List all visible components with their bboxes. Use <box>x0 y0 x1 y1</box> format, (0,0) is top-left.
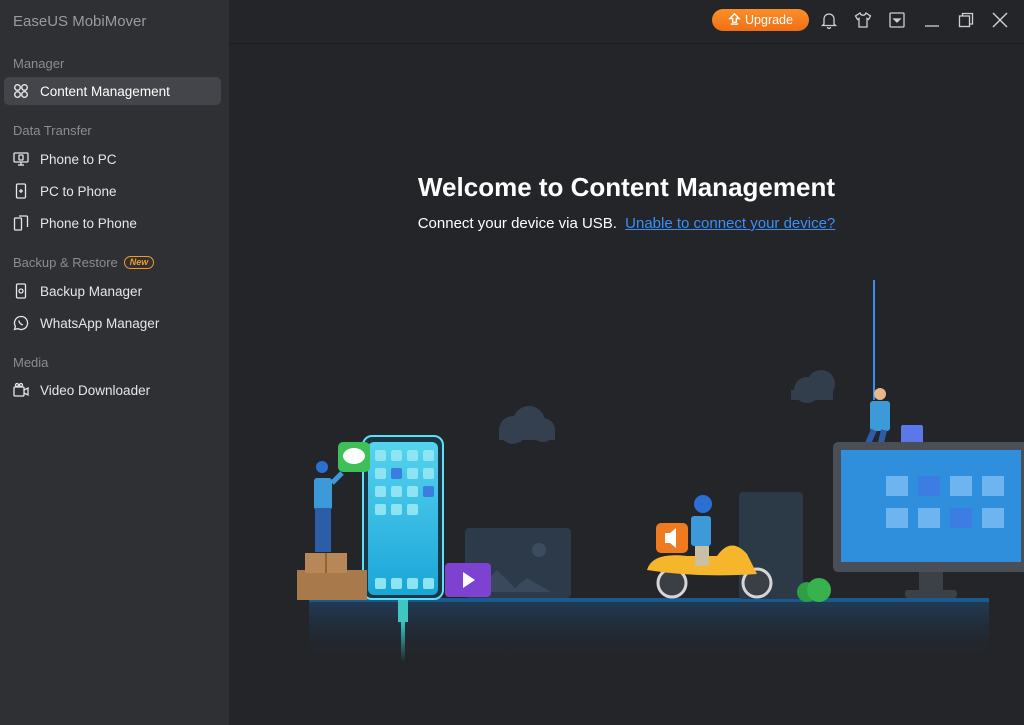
restore-icon[interactable] <box>956 10 976 30</box>
section-label-backup-restore: Backup & Restore New <box>13 255 155 270</box>
sidebar-item-label: Backup Manager <box>40 283 143 299</box>
sidebar-item-label: Phone to PC <box>40 151 117 167</box>
minimize-icon[interactable] <box>922 10 942 30</box>
sidebar-item-video-downloader[interactable]: Video Downloader <box>4 376 221 404</box>
connect-text: Connect your device via USB. <box>417 215 617 232</box>
sidebar: EaseUS MobiMover Manager Content Managem… <box>0 0 229 725</box>
section-label-text: Backup & Restore <box>13 255 118 270</box>
section-label-media: Media <box>13 355 49 370</box>
sidebar-item-label: PC to Phone <box>40 183 117 199</box>
upgrade-icon <box>728 12 741 28</box>
phone-to-phone-icon <box>12 214 30 232</box>
section-label-manager: Manager <box>13 56 65 71</box>
whatsapp-icon <box>12 314 30 332</box>
sidebar-item-backup-manager[interactable]: Backup Manager <box>4 277 221 305</box>
content-management-icon <box>12 82 30 100</box>
close-icon[interactable] <box>990 10 1010 30</box>
sidebar-item-label: Phone to Phone <box>40 215 137 231</box>
sidebar-item-content-management[interactable]: Content Management <box>4 77 221 105</box>
section-label-data-transfer: Data Transfer <box>13 123 92 138</box>
connect-instruction: Connect your device via USB. Unable to c… <box>229 215 1024 232</box>
video-downloader-icon <box>12 381 30 399</box>
app-title: EaseUS MobiMover <box>13 13 147 30</box>
page-title: Welcome to Content Management <box>417 172 835 202</box>
sidebar-item-whatsapp-manager[interactable]: WhatsApp Manager <box>4 309 221 337</box>
phone-to-pc-icon <box>12 150 30 168</box>
sidebar-item-pc-to-phone[interactable]: PC to Phone <box>4 177 221 205</box>
menu-icon[interactable] <box>887 10 907 30</box>
sidebar-item-label: WhatsApp Manager <box>40 315 160 331</box>
tshirt-icon[interactable] <box>853 10 873 30</box>
bell-icon[interactable] <box>819 10 839 30</box>
upgrade-label: Upgrade <box>745 13 793 27</box>
unable-to-connect-link[interactable]: Unable to connect your device? <box>625 215 835 232</box>
sidebar-item-label: Video Downloader <box>40 382 151 398</box>
pc-to-phone-icon <box>12 182 30 200</box>
sidebar-item-phone-to-pc[interactable]: Phone to PC <box>4 145 221 173</box>
sidebar-item-label: Content Management <box>40 83 170 99</box>
top-bar: Upgrade <box>229 0 1024 44</box>
backup-manager-icon <box>12 282 30 300</box>
new-badge: New <box>123 256 155 269</box>
cloud-icon <box>499 406 555 444</box>
sidebar-item-phone-to-phone[interactable]: Phone to Phone <box>4 209 221 237</box>
upgrade-button[interactable]: Upgrade <box>712 9 809 31</box>
connect-device-illustration <box>229 270 1024 690</box>
